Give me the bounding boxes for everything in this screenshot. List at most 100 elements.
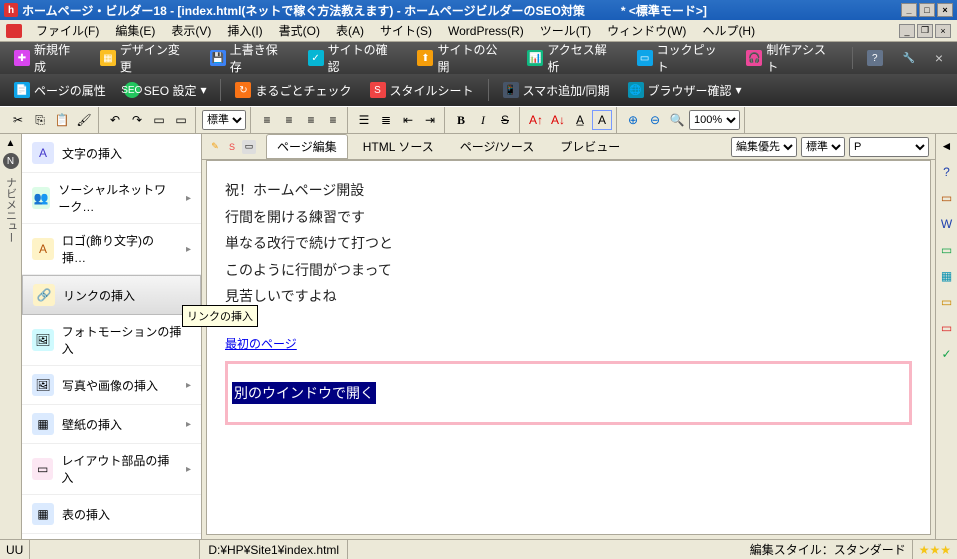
history2-icon[interactable]: ▭ xyxy=(171,110,191,130)
priority-select[interactable]: 編集優先 xyxy=(731,137,797,157)
format-paint-icon[interactable]: 🖌 xyxy=(74,110,94,130)
mdi-minimize-button[interactable]: _ xyxy=(899,24,915,38)
mdi-restore-button[interactable]: ❐ xyxy=(917,24,933,38)
zoom-select[interactable]: 100% xyxy=(689,110,740,130)
sidebar-item-wallpaper[interactable]: ▦壁紙の挿入▸ xyxy=(22,405,201,444)
publish-button[interactable]: ⬆サイトの公開 xyxy=(409,38,517,78)
sidebar-item-logo[interactable]: Aロゴ(飾り文字)の挿…▸ xyxy=(22,224,201,275)
italic-icon[interactable]: I xyxy=(473,110,493,130)
rail-flag-icon[interactable]: ▭ xyxy=(939,320,955,336)
content-line: 行間を開ける練習です xyxy=(225,204,912,231)
strike-icon[interactable]: S xyxy=(495,110,515,130)
element-select[interactable]: P xyxy=(849,137,929,157)
status-uu: UU xyxy=(0,540,30,559)
new-button[interactable]: ✚新規作成 xyxy=(6,38,90,78)
doc-icon xyxy=(6,24,22,38)
mdi-close-button[interactable]: × xyxy=(935,24,951,38)
editor-canvas[interactable]: 祝！ホームページ開設 行間を開ける練習です 単なる改行で続けて打つと このように… xyxy=(206,160,931,535)
rail-folder-icon[interactable]: ▭ xyxy=(939,190,955,206)
history-icon[interactable]: ▭ xyxy=(149,110,169,130)
redo-icon[interactable]: ↷ xyxy=(127,110,147,130)
content-line: このように行間がつまって xyxy=(225,257,912,284)
align-center-icon[interactable]: ≡ xyxy=(279,110,299,130)
font-size-up-icon[interactable]: A↑ xyxy=(526,110,546,130)
rail-help-icon[interactable]: ? xyxy=(939,164,955,180)
font-color-icon[interactable]: A̲ xyxy=(570,110,590,130)
maximize-button[interactable]: □ xyxy=(919,3,935,17)
status-stars: ★★★ xyxy=(913,543,957,557)
content-line: 見苦しいですよね xyxy=(225,283,912,310)
close-button[interactable]: × xyxy=(937,3,953,17)
minimize-button[interactable]: _ xyxy=(901,3,917,17)
rail-tool-icon[interactable]: ▭ xyxy=(939,294,955,310)
rail-left-icon[interactable]: ◄ xyxy=(939,138,955,154)
left-rail: ▲ N ナビメニュー xyxy=(0,134,22,539)
tooltip: リンクの挿入 xyxy=(182,305,258,327)
rail-w-icon[interactable]: W xyxy=(939,216,955,232)
copy-icon[interactable]: ⎘ xyxy=(30,110,50,130)
menu-wordpress[interactable]: WordPress(R) xyxy=(440,22,532,40)
bold-icon[interactable]: B xyxy=(451,110,471,130)
toolbar-sub: 📄ページの属性 SEOSEO 設定 ▾ ↻まるごとチェック Sスタイルシート 📱… xyxy=(0,74,957,106)
assist-button[interactable]: 🎧制作アシスト xyxy=(738,38,845,78)
access-button[interactable]: 📊アクセス解析 xyxy=(519,38,626,78)
seo-button[interactable]: SEOSEO 設定 ▾ xyxy=(116,79,215,102)
rail-ok-icon[interactable]: ✓ xyxy=(939,346,955,362)
highlight-icon[interactable]: A xyxy=(592,110,612,130)
tab-page-edit[interactable]: ページ編集 xyxy=(266,134,348,159)
sidebar-item-social[interactable]: 👥ソーシャルネットワーク…▸ xyxy=(22,173,201,224)
stylesheet-button[interactable]: Sスタイルシート xyxy=(362,79,482,102)
pencil-icon[interactable]: ✎ xyxy=(208,140,222,154)
page-attr-button[interactable]: 📄ページの属性 xyxy=(6,79,114,102)
sidebar-item-table[interactable]: ▦表の挿入 xyxy=(22,495,201,534)
rail-grid-icon[interactable]: ▦ xyxy=(939,268,955,284)
zoom-out-icon[interactable]: ⊖ xyxy=(645,110,665,130)
check-button[interactable]: ↻まるごとチェック xyxy=(227,79,359,102)
mode-select[interactable]: 標準 xyxy=(801,137,845,157)
cockpit-button[interactable]: ▭コックピット xyxy=(629,38,737,78)
align-right-icon[interactable]: ≡ xyxy=(301,110,321,130)
indent-in-icon[interactable]: ⇥ xyxy=(420,110,440,130)
align-left-icon[interactable]: ≡ xyxy=(257,110,277,130)
tab-html-source[interactable]: HTML ソース xyxy=(352,134,445,159)
style-select[interactable]: 標準 xyxy=(202,110,246,130)
rail-chart-icon[interactable]: ▭ xyxy=(939,242,955,258)
sidebar-item-layout[interactable]: ▭レイアウト部品の挿入▸ xyxy=(22,444,201,495)
save-button[interactable]: 💾上書き保存 xyxy=(202,38,298,78)
sidebar-item-link[interactable]: 🔗リンクの挿入 xyxy=(22,275,201,315)
content-line: 単なる改行で続けて打つと xyxy=(225,230,912,257)
zoom-in-icon[interactable]: ⊕ xyxy=(623,110,643,130)
align-justify-icon[interactable]: ≡ xyxy=(323,110,343,130)
tab-preview[interactable]: プレビュー xyxy=(549,134,631,159)
help-button[interactable]: ? xyxy=(859,47,891,69)
titlebar: h ホームページ・ビルダー18 - [index.html(ネットで稼ぐ方法教え… xyxy=(0,0,957,20)
zoom-fit-icon[interactable]: 🔍 xyxy=(667,110,687,130)
content-link[interactable]: 最初のページ xyxy=(225,337,297,351)
sidebar-item-text[interactable]: A文字の挿入 xyxy=(22,134,201,173)
nav-icon[interactable]: N xyxy=(3,153,19,169)
confirm-button[interactable]: ✓サイトの確認 xyxy=(300,38,408,78)
list-num-icon[interactable]: ≣ xyxy=(376,110,396,130)
status-path: D:¥HP¥Site1¥index.html xyxy=(200,540,348,559)
s-icon[interactable]: S xyxy=(225,140,239,154)
cut-icon[interactable]: ✂ xyxy=(8,110,28,130)
font-size-down-icon[interactable]: A↓ xyxy=(548,110,568,130)
rail-up-icon[interactable]: ▲ xyxy=(6,138,16,149)
sidebar-item-image[interactable]: 🖼写真や画像の挿入▸ xyxy=(22,366,201,405)
undo-icon[interactable]: ↶ xyxy=(105,110,125,130)
toolbar-close-icon[interactable]: × xyxy=(927,50,951,66)
browser-button[interactable]: 🌐ブラウザー確認 ▾ xyxy=(620,79,750,102)
nav-label: ナビメニュー xyxy=(3,177,19,243)
smartphone-button[interactable]: 📱スマホ追加/同期 xyxy=(495,79,618,102)
doc-tab-icon[interactable]: ▭ xyxy=(242,140,256,154)
design-button[interactable]: ▦デザイン変更 xyxy=(92,38,200,78)
sidebar-item-list[interactable]: ☰リストの挿入 xyxy=(22,534,201,539)
list-icon[interactable]: ☰ xyxy=(354,110,374,130)
selected-block[interactable]: 別のウインドウで開く xyxy=(225,361,912,425)
sidebar-item-photomotion[interactable]: 🖼フォトモーションの挿入 xyxy=(22,315,201,366)
sidebar: A文字の挿入 👥ソーシャルネットワーク…▸ Aロゴ(飾り文字)の挿…▸ 🔗リンク… xyxy=(22,134,202,539)
settings-icon[interactable]: 🔧 xyxy=(893,47,925,69)
tab-page-source[interactable]: ページ/ソース xyxy=(449,134,546,159)
paste-icon[interactable]: 📋 xyxy=(52,110,72,130)
indent-out-icon[interactable]: ⇤ xyxy=(398,110,418,130)
